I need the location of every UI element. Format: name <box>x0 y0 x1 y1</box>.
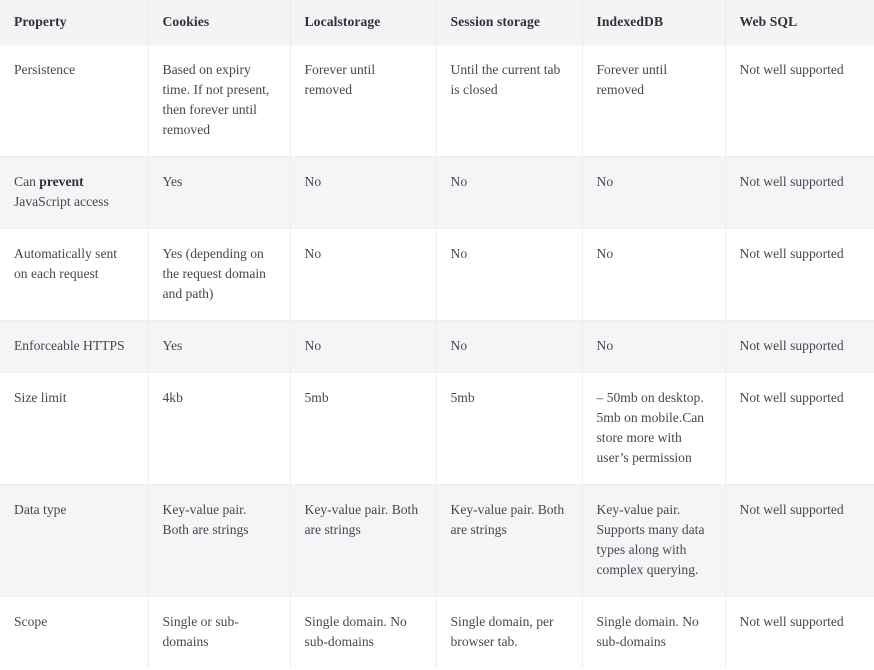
cell-localstorage: 5mb <box>290 373 436 485</box>
property-text: Scope <box>14 614 47 629</box>
property-text: Automatically sent on each request <box>14 246 117 281</box>
property-text: Size limit <box>14 390 66 405</box>
cell-sessionstorage: 5mb <box>436 373 582 485</box>
cell-websql: Not well supported <box>725 45 874 157</box>
cell-property: Can prevent JavaScript access <box>0 157 148 229</box>
cell-websql: Not well supported <box>725 321 874 373</box>
cell-localstorage: Single domain. No sub-domains <box>290 597 436 669</box>
cell-property: Scope <box>0 597 148 669</box>
cell-indexeddb: No <box>582 157 725 229</box>
property-text: Enforceable HTTPS <box>14 338 125 353</box>
property-text: Can <box>14 174 39 189</box>
cell-cookies: Based on expiry time. If not present, th… <box>148 45 290 157</box>
cell-property: Persistence <box>0 45 148 157</box>
cell-sessionstorage: Single domain, per browser tab. <box>436 597 582 669</box>
cell-property: Size limit <box>0 373 148 485</box>
cell-sessionstorage: No <box>436 157 582 229</box>
table-row: Size limit4kb5mb5mb– 50mb on desktop. 5m… <box>0 373 874 485</box>
cell-property: Automatically sent on each request <box>0 229 148 321</box>
column-header-localstorage: Localstorage <box>290 0 436 45</box>
cell-sessionstorage: Until the current tab is closed <box>436 45 582 157</box>
cell-indexeddb: Forever until removed <box>582 45 725 157</box>
cell-websql: Not well supported <box>725 157 874 229</box>
table-row: ScopeSingle or sub-domainsSingle domain.… <box>0 597 874 669</box>
cell-localstorage: No <box>290 229 436 321</box>
cell-indexeddb: – 50mb on desktop. 5mb on mobile.Can sto… <box>582 373 725 485</box>
cell-property: Data type <box>0 485 148 597</box>
cell-indexeddb: Single domain. No sub-domains <box>582 597 725 669</box>
cell-localstorage: No <box>290 157 436 229</box>
cell-property: Enforceable HTTPS <box>0 321 148 373</box>
cell-indexeddb: No <box>582 229 725 321</box>
table-header: Property Cookies Localstorage Session st… <box>0 0 874 45</box>
property-text-suffix: JavaScript access <box>14 194 109 209</box>
table-header-row: Property Cookies Localstorage Session st… <box>0 0 874 45</box>
cell-sessionstorage: Key-value pair. Both are strings <box>436 485 582 597</box>
cell-sessionstorage: No <box>436 321 582 373</box>
cell-cookies: 4kb <box>148 373 290 485</box>
table-row: Persistence Based on expiry time. If not … <box>0 45 874 157</box>
table-body: Persistence Based on expiry time. If not … <box>0 45 874 668</box>
property-emphasis: prevent <box>39 174 83 189</box>
column-header-cookies: Cookies <box>148 0 290 45</box>
cell-indexeddb: No <box>582 321 725 373</box>
column-header-websql: Web SQL <box>725 0 874 45</box>
cell-cookies: Yes <box>148 157 290 229</box>
table-row: Data type Key-value pair. Both are string… <box>0 485 874 597</box>
cell-websql: Not well supported <box>725 229 874 321</box>
cell-cookies: Yes (depending on the request domain and… <box>148 229 290 321</box>
cell-cookies: Yes <box>148 321 290 373</box>
column-header-sessionstorage: Session storage <box>436 0 582 45</box>
column-header-property: Property <box>0 0 148 45</box>
storage-comparison-table: Property Cookies Localstorage Session st… <box>0 0 874 668</box>
property-text: Data type <box>14 502 66 517</box>
cell-cookies: Single or sub-domains <box>148 597 290 669</box>
cell-localstorage: No <box>290 321 436 373</box>
cell-cookies: Key-value pair. Both are strings <box>148 485 290 597</box>
comparison-table-container: Property Cookies Localstorage Session st… <box>0 0 874 670</box>
cell-websql: Not well supported <box>725 485 874 597</box>
property-text: Persistence <box>14 62 75 77</box>
table-row: Enforceable HTTPSYesNoNoNoNot well suppo… <box>0 321 874 373</box>
table-row: Automatically sent on each request Yes (d… <box>0 229 874 321</box>
column-header-indexeddb: IndexedDB <box>582 0 725 45</box>
cell-websql: Not well supported <box>725 597 874 669</box>
cell-localstorage: Key-value pair. Both are strings <box>290 485 436 597</box>
cell-sessionstorage: No <box>436 229 582 321</box>
table-row: Can prevent JavaScript accessYesNoNoNoNo… <box>0 157 874 229</box>
cell-localstorage: Forever until removed <box>290 45 436 157</box>
cell-indexeddb: Key-value pair. Supports many data types… <box>582 485 725 597</box>
cell-websql: Not well supported <box>725 373 874 485</box>
